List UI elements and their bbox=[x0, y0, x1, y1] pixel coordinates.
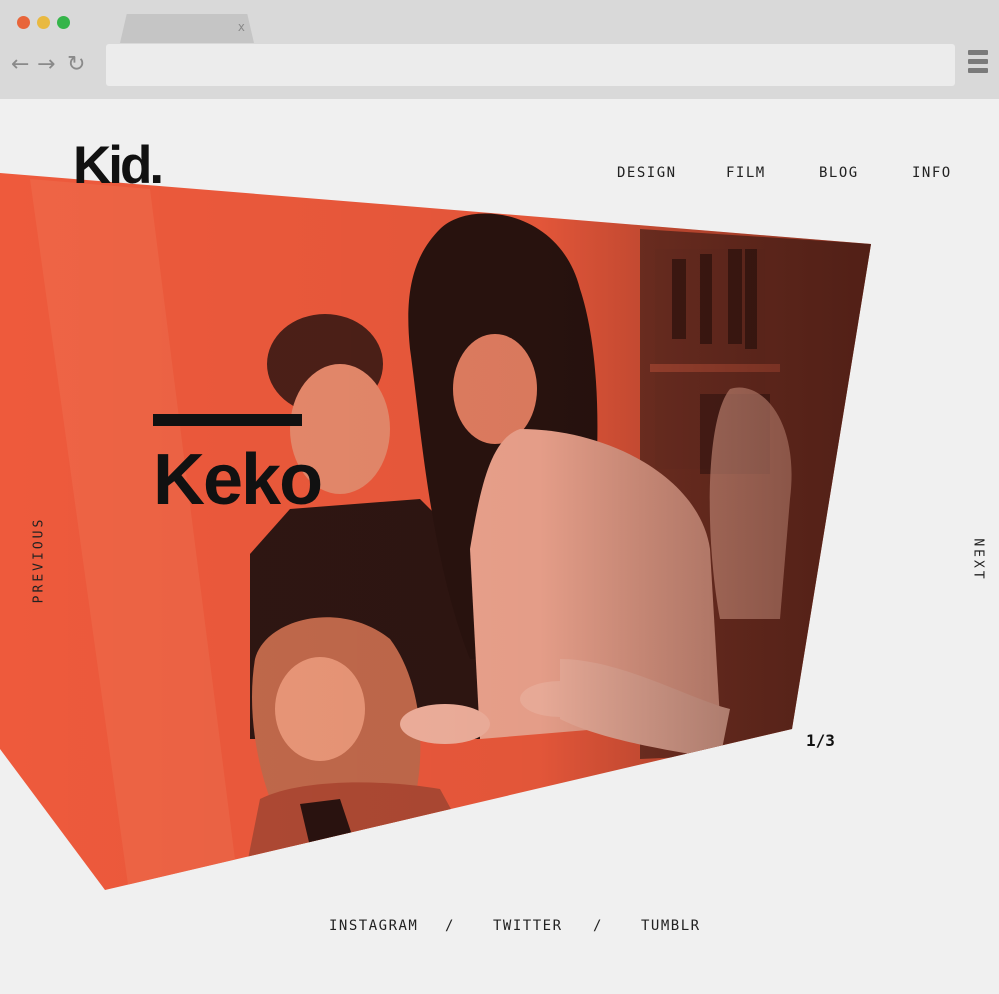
address-bar[interactable] bbox=[106, 44, 955, 86]
browser-tab[interactable]: x bbox=[120, 14, 254, 43]
previous-link[interactable]: PREVIOUS bbox=[32, 517, 47, 604]
reload-icon[interactable]: ↻ bbox=[67, 52, 85, 78]
forward-arrow-icon[interactable]: → bbox=[37, 52, 55, 78]
nav-item-film[interactable]: FILM bbox=[726, 165, 766, 181]
hamburger-menu-icon[interactable] bbox=[968, 50, 988, 78]
nav-item-design[interactable]: DESIGN bbox=[617, 165, 677, 181]
back-arrow-icon[interactable]: ← bbox=[11, 52, 29, 78]
nav-item-blog[interactable]: BLOG bbox=[819, 165, 859, 181]
tab-close-icon[interactable]: x bbox=[238, 20, 245, 34]
minimize-window-button[interactable] bbox=[37, 16, 50, 29]
close-window-button[interactable] bbox=[17, 16, 30, 29]
instagram-link[interactable]: INSTAGRAM bbox=[329, 918, 418, 934]
maximize-window-button[interactable] bbox=[57, 16, 70, 29]
browser-chrome: x ← → ↻ bbox=[0, 0, 999, 99]
twitter-link[interactable]: TWITTER bbox=[493, 918, 563, 934]
title-rule bbox=[153, 414, 302, 426]
social-separator: / bbox=[445, 918, 455, 934]
project-title: Keko bbox=[153, 440, 323, 520]
tumblr-link[interactable]: TUMBLR bbox=[641, 918, 701, 934]
social-separator: / bbox=[593, 918, 603, 934]
next-link[interactable]: NEXT bbox=[971, 538, 986, 581]
nav-item-info[interactable]: INFO bbox=[912, 165, 952, 181]
slide-counter: 1/3 bbox=[806, 731, 835, 750]
hero-photo[interactable] bbox=[0, 99, 999, 994]
page-content: Kid. DESIGN FILM BLOG INFO Keko PREVIOUS… bbox=[0, 99, 999, 994]
site-logo[interactable]: Kid. bbox=[73, 136, 164, 196]
